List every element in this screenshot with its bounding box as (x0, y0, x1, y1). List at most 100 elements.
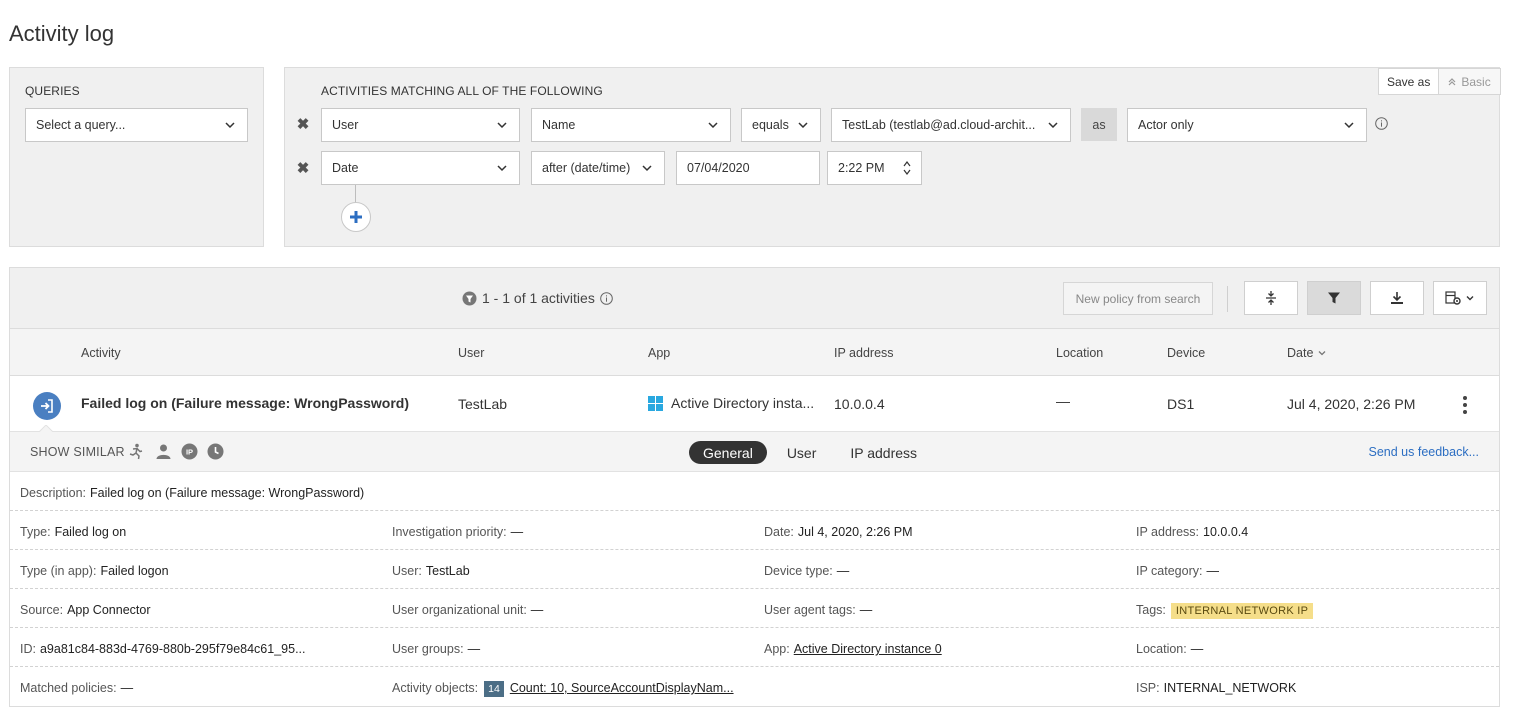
download-icon (1391, 292, 1403, 304)
results-panel: 1 - 1 of 1 activities New policy from se… (9, 267, 1500, 707)
date-input[interactable]: 07/04/2020 (676, 151, 820, 185)
time-input[interactable]: 2:22 PM (827, 151, 922, 185)
header-date-label: Date (1287, 346, 1314, 360)
detail-source: Source: App Connector (20, 603, 151, 617)
row-ip[interactable]: 10.0.0.4 (834, 396, 885, 412)
collapse-button[interactable] (1244, 281, 1298, 315)
row-device[interactable]: DS1 (1167, 396, 1194, 412)
sign-in-icon (33, 392, 61, 420)
object-count-badge: 14 (484, 681, 504, 697)
detail-type: Type: Failed log on (20, 525, 127, 539)
header-user[interactable]: User (458, 346, 484, 360)
column-settings-button[interactable] (1433, 281, 1487, 315)
header-activity[interactable]: Activity (81, 346, 121, 360)
filter1-attribute-select[interactable]: Name (531, 108, 731, 142)
row-user[interactable]: TestLab (458, 396, 507, 412)
app-link[interactable]: Active Directory instance 0 (794, 642, 942, 656)
filter1-field-select[interactable]: User (321, 108, 520, 142)
add-filter-button[interactable] (341, 202, 371, 232)
detail-user: User: TestLab (392, 564, 470, 578)
row-app-name: Active Directory insta... (671, 395, 815, 411)
spinner-icon[interactable] (903, 159, 911, 177)
remove-filter-1-icon[interactable]: ✖ (295, 115, 311, 133)
filter1-attribute-value: Name (542, 118, 576, 132)
filter1-role-select[interactable]: Actor only (1127, 108, 1367, 142)
connector-line (355, 185, 356, 203)
filter1-operator-value: equals (752, 118, 789, 132)
chevron-down-icon (497, 122, 507, 129)
detail-row-5: Matched policies: — Activity objects: 14 Co… (10, 667, 1499, 706)
send-feedback-link[interactable]: Send us feedback... (1369, 445, 1480, 459)
time-value: 2:22 PM (838, 161, 885, 175)
detail-ip-category: IP category: — (1136, 564, 1219, 578)
detail-user-ou: User organizational unit: — (392, 603, 544, 617)
detail-isp: ISP: INTERNAL_NETWORK (1136, 681, 1297, 695)
row-app[interactable]: Active Directory insta... (648, 395, 814, 411)
svg-text:IP: IP (186, 448, 193, 457)
queries-heading: QUERIES (25, 84, 80, 98)
detail-id: ID: a9a81c84-883d-4769-880b-295f79e84c61_… (20, 642, 306, 656)
tab-general[interactable]: General (689, 441, 767, 464)
table-row[interactable]: Failed log on (Failure message: WrongPas… (10, 376, 1499, 432)
filter-toggle-button[interactable] (1307, 281, 1361, 315)
info-icon[interactable] (600, 291, 613, 305)
filter1-role-value: Actor only (1138, 118, 1194, 132)
user-icon[interactable] (155, 443, 172, 460)
ip-icon[interactable]: IP (181, 443, 198, 460)
filter2-operator-select[interactable]: after (date/time) (531, 151, 665, 185)
chevron-down-icon (497, 165, 507, 172)
save-group: Save as Basic (1378, 68, 1501, 95)
detail-row-3: Source: App Connector User organizational… (10, 589, 1499, 628)
funnel-icon (1328, 292, 1340, 304)
detail-row-4: ID: a9a81c84-883d-4769-880b-295f79e84c61_… (10, 628, 1499, 667)
activity-objects-link[interactable]: Count: 10, SourceAccountDisplayNam... (510, 681, 734, 695)
tag-internal-network-ip[interactable]: INTERNAL NETWORK IP (1170, 603, 1314, 619)
header-ip-address[interactable]: IP address (834, 346, 894, 360)
result-count-text: 1 - 1 of 1 activities (482, 290, 595, 306)
export-button[interactable] (1370, 281, 1424, 315)
basic-button[interactable]: Basic (1439, 69, 1500, 94)
detail-device-type: Device type: — (764, 564, 850, 578)
detail-investigation-priority: Investigation priority: — (392, 525, 524, 539)
new-policy-button[interactable]: New policy from search (1063, 282, 1213, 315)
header-device[interactable]: Device (1167, 346, 1205, 360)
query-select[interactable]: Select a query... (25, 108, 248, 142)
clock-icon[interactable] (207, 443, 224, 460)
detail-ip-address: IP address: 10.0.0.4 (1136, 525, 1249, 539)
detail-tabs: General User IP address (689, 441, 931, 464)
chevrons-up-icon (1448, 77, 1456, 85)
tab-ip-address[interactable]: IP address (836, 441, 931, 464)
detail-type-in-app: Type (in app): Failed logon (20, 564, 169, 578)
header-location[interactable]: Location (1056, 346, 1103, 360)
filter1-field-value: User (332, 118, 359, 132)
detail-app: App: Active Directory instance 0 (764, 642, 942, 656)
queries-panel: QUERIES Select a query... (9, 67, 264, 247)
tab-user[interactable]: User (773, 441, 831, 464)
as-label: as (1081, 108, 1117, 141)
row-date: Jul 4, 2020, 2:26 PM (1287, 396, 1416, 412)
detail-activity-objects: Activity objects: 14 Count: 10, SourceAcco… (392, 681, 734, 697)
page-title: Activity log (9, 21, 115, 46)
table-header: Activity User App IP address Location De… (10, 329, 1499, 376)
chevron-down-icon (642, 165, 652, 172)
remove-filter-2-icon[interactable]: ✖ (295, 159, 311, 177)
detail-row-1: Type: Failed log on Investigation priorit… (10, 511, 1499, 550)
info-icon[interactable] (1375, 117, 1388, 130)
filter2-field-select[interactable]: Date (321, 151, 520, 185)
chevron-down-icon (708, 122, 718, 129)
filter1-value: TestLab (testlab@ad.cloud-archit... (842, 118, 1036, 132)
header-app[interactable]: App (648, 346, 670, 360)
detail-description: Description: Failed log on (Failure messa… (20, 486, 365, 500)
save-as-button[interactable]: Save as (1379, 69, 1440, 94)
activity-runner-icon[interactable] (127, 443, 144, 460)
chevron-down-icon (1048, 122, 1058, 129)
filter1-operator-select[interactable]: equals (741, 108, 821, 142)
header-date[interactable]: Date (1287, 346, 1327, 360)
basic-label: Basic (1461, 74, 1491, 89)
query-select-label: Select a query... (36, 118, 126, 132)
row-activity[interactable]: Failed log on (Failure message: WrongPas… (81, 395, 409, 411)
more-options-icon[interactable] (1458, 394, 1472, 416)
show-similar-bar: SHOW SIMILAR IP General User IP address … (10, 432, 1499, 472)
filter1-value-select[interactable]: TestLab (testlab@ad.cloud-archit... (831, 108, 1071, 142)
windows-logo-icon (648, 395, 663, 411)
